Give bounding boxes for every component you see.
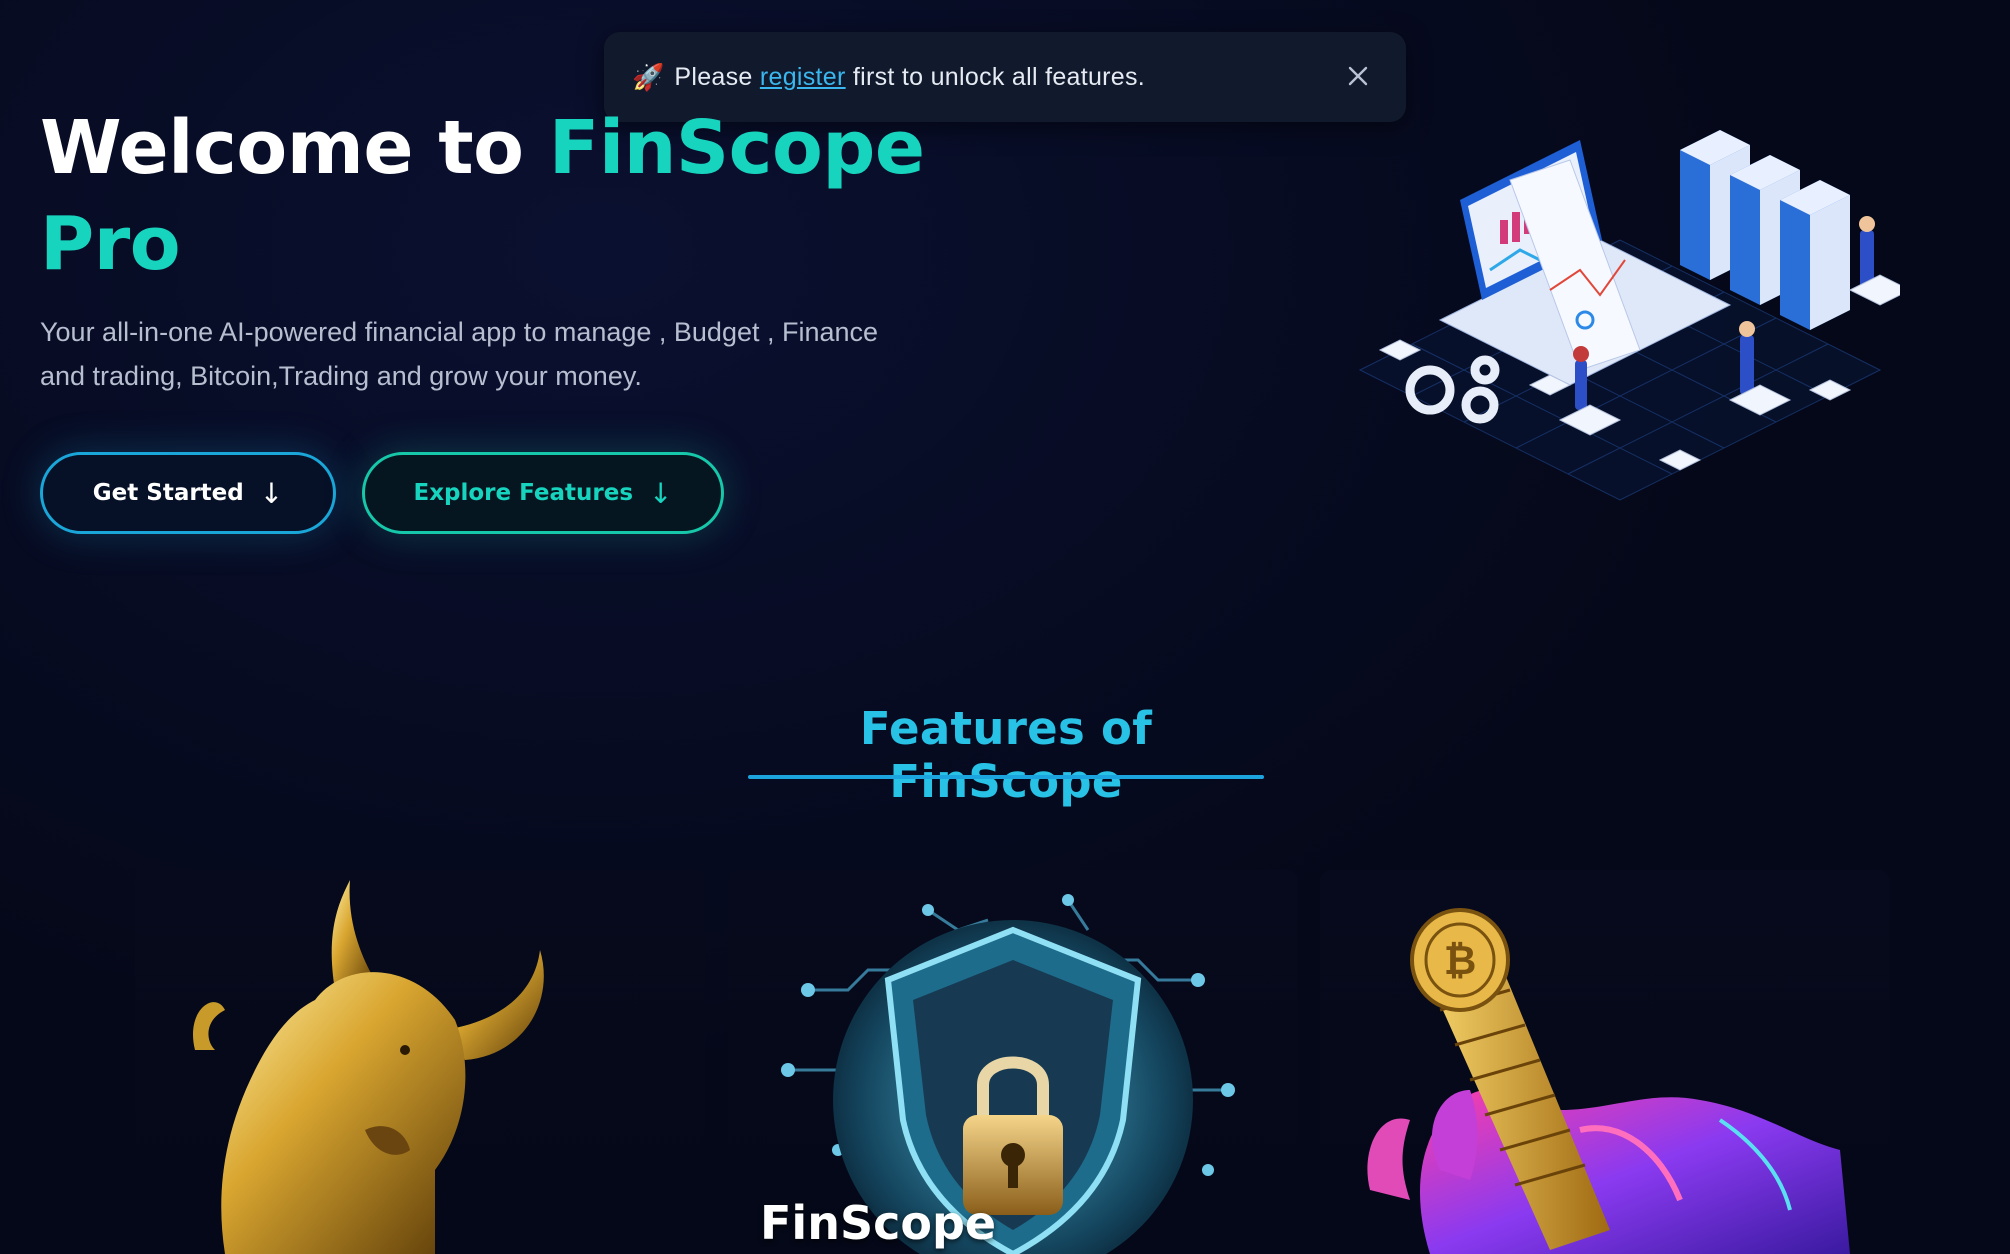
explore-features-label: Explore Features (413, 480, 634, 506)
close-icon[interactable] (1338, 56, 1378, 96)
hero-subtitle: Your all-in-one AI-powered financial app… (40, 317, 879, 391)
features-heading-underline (748, 775, 1264, 779)
explore-features-button[interactable]: Explore Features ↓ (362, 452, 724, 534)
feature-card-security[interactable]: FinScope (728, 870, 1298, 1254)
feature-card-bitcoin[interactable]: ₿ (1320, 870, 1890, 1254)
register-link[interactable]: register (760, 63, 846, 91)
features-heading: Features of FinScope (859, 702, 1153, 808)
bitcoin-stack-hand-image: ₿ (1367, 908, 1850, 1254)
toast-message: Please register first to unlock all feat… (674, 62, 1146, 91)
isometric-finance-illustration (1340, 120, 1912, 520)
get-started-label: Get Started (92, 480, 244, 506)
hero-title-brand: FinScope (548, 105, 925, 191)
svg-text:₿: ₿ (1444, 938, 1477, 984)
get-started-button[interactable]: Get Started ↓ (40, 452, 336, 534)
hero-title-white: Welcome to (40, 105, 549, 191)
arrow-down-icon: ↓ (649, 476, 673, 510)
golden-bull-image (192, 880, 544, 1254)
rocket-icon: 🚀 (632, 61, 665, 92)
arrow-down-icon: ↓ (259, 476, 284, 510)
hero-title: Welcome to FinScope Pro (40, 100, 940, 292)
page: 🚀 Please register first to unlock all fe… (0, 0, 2010, 1254)
hero-title-pro: Pro (40, 201, 181, 287)
card-caption: FinScope (760, 1196, 997, 1250)
feature-card-bull[interactable] (135, 870, 705, 1254)
